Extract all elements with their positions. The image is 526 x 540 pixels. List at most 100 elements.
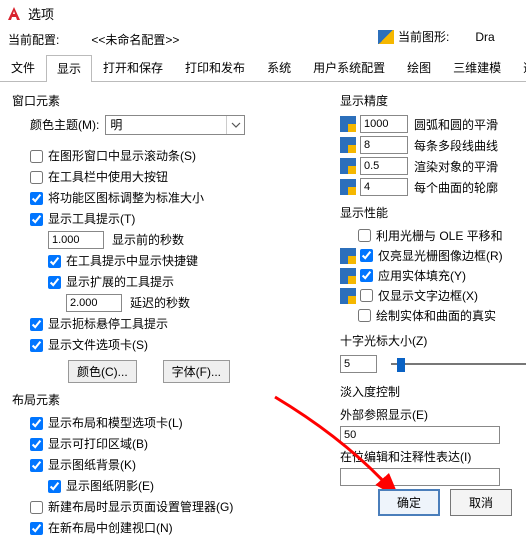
seconds-before-label: 显示前的秒数: [112, 231, 184, 249]
chk-file-tabs[interactable]: [30, 339, 43, 352]
render-smooth-label: 渲染对象的平滑: [414, 158, 498, 175]
chk-ole[interactable]: [358, 229, 371, 242]
chk-draw-true-label: 绘制实体和曲面的真实: [376, 307, 496, 324]
chk-tooltips-label: 显示工具提示(T): [48, 210, 135, 228]
color-font-buttons: 颜色(C)... 字体(F)...: [68, 360, 340, 383]
footer-buttons: 确定 取消: [378, 489, 512, 516]
chk-paper-shadow[interactable]: [48, 480, 61, 493]
xref-input[interactable]: 50: [340, 426, 500, 444]
tab-system[interactable]: 系统: [256, 54, 302, 81]
chk-layout-model-label: 显示布局和模型选项卡(L): [48, 414, 183, 432]
chk-scrollbars[interactable]: [30, 150, 43, 163]
cancel-button[interactable]: 取消: [450, 489, 512, 516]
current-drawing: 当前图形: Dra: [378, 28, 495, 45]
color-theme-row: 颜色主题(M): 明: [30, 115, 340, 135]
tab-plot[interactable]: 打印和发布: [174, 54, 256, 81]
chk-solid-fill[interactable]: [360, 269, 373, 282]
chk-scrollbars-label: 在图形窗口中显示滚动条(S): [48, 147, 196, 165]
precision-icon: [340, 137, 356, 153]
chk-text-frame[interactable]: [360, 289, 373, 302]
chk-viewport[interactable]: [30, 522, 43, 535]
chk-ole-label: 利用光栅与 OLE 平移和: [376, 227, 503, 244]
color-theme-select[interactable]: 明: [105, 115, 245, 135]
polyline-input[interactable]: 8: [360, 136, 408, 154]
surface-label: 每个曲面的轮廓: [414, 179, 498, 196]
chk-raster-frame[interactable]: [360, 249, 373, 262]
precision-icon: [340, 116, 356, 132]
inplace-input[interactable]: [340, 468, 500, 486]
chk-raster-frame-label: 仅亮显光栅图像边框(R): [378, 247, 503, 264]
seconds-before-input[interactable]: 1.000: [48, 231, 104, 249]
chk-file-tabs-label: 显示文件选项卡(S): [48, 336, 148, 354]
tab-open-save[interactable]: 打开和保存: [92, 54, 174, 81]
chk-page-setup[interactable]: [30, 501, 43, 514]
chk-big-buttons[interactable]: [30, 171, 43, 184]
chk-paper-bg[interactable]: [30, 459, 43, 472]
current-profile-value: <<未命名配置>>: [91, 31, 179, 48]
perf-icon: [340, 288, 356, 304]
ok-button[interactable]: 确定: [378, 489, 440, 516]
chk-ext-tip-label: 显示扩展的工具提示: [66, 273, 174, 291]
chk-paper-shadow-label: 显示图纸阴影(E): [66, 477, 154, 495]
chk-shortcut[interactable]: [48, 255, 61, 268]
chk-printable[interactable]: [30, 438, 43, 451]
chk-big-buttons-label: 在工具栏中使用大按钮: [48, 168, 168, 186]
layout-elements-title: 布局元素: [12, 391, 340, 408]
tab-user-pref[interactable]: 用户系统配置: [302, 54, 396, 81]
current-drawing-label: 当前图形:: [398, 28, 449, 45]
chk-tooltips[interactable]: [30, 213, 43, 226]
crosshair-title: 十字光标大小(Z): [340, 332, 526, 349]
chk-draw-true[interactable]: [358, 309, 371, 322]
colors-button[interactable]: 颜色(C)...: [68, 360, 137, 383]
delay-seconds-input[interactable]: 2.000: [66, 294, 122, 312]
render-smooth-input[interactable]: 0.5: [360, 157, 408, 175]
fonts-button[interactable]: 字体(F)...: [163, 360, 230, 383]
chk-ribbon-std-label: 将功能区图标调整为标准大小: [48, 189, 204, 207]
chk-hover-tip[interactable]: [30, 318, 43, 331]
chk-text-frame-label: 仅显示文字边框(X): [378, 287, 478, 304]
perf-icon: [340, 268, 356, 284]
chk-ext-tip[interactable]: [48, 276, 61, 289]
app-logo-icon: [6, 6, 22, 22]
chk-hover-tip-label: 显示扼标悬停工具提示: [48, 315, 168, 333]
current-profile-label: 当前配置:: [8, 31, 59, 48]
arc-smooth-input[interactable]: 1000: [360, 115, 408, 133]
window-elements-title: 窗口元素: [12, 92, 340, 109]
chk-page-setup-label: 新建布局时显示页面设置管理器(G): [48, 498, 233, 516]
right-column: 显示精度 1000 圆弧和圆的平滑 8 每条多段线曲线 0.5 渲染对象的平滑 4 每个…: [340, 90, 526, 540]
chk-shortcut-label: 在工具提示中显示快捷键: [66, 252, 198, 270]
left-column: 窗口元素 颜色主题(M): 明 在图形窗口中显示滚动条(S) 在工具栏中使用大按…: [12, 90, 340, 540]
surface-input[interactable]: 4: [360, 178, 408, 196]
drawing-icon: [378, 30, 394, 44]
tab-bar: 文件 显示 打开和保存 打印和发布 系统 用户系统配置 绘图 三维建模 选择集: [0, 54, 526, 82]
chevron-down-icon: [226, 116, 244, 134]
xref-label: 外部参照显示(E): [340, 406, 526, 423]
precision-icon: [340, 179, 356, 195]
tab-3d[interactable]: 三维建模: [442, 54, 512, 81]
perf-icon: [340, 248, 356, 264]
tab-drafting[interactable]: 绘图: [396, 54, 442, 81]
current-drawing-value: Dra: [475, 30, 494, 44]
chk-solid-fill-label: 应用实体填充(Y): [378, 267, 466, 284]
chk-layout-model[interactable]: [30, 417, 43, 430]
title-bar: 选项: [0, 0, 526, 25]
window-title: 选项: [28, 4, 54, 23]
panel-area: 窗口元素 颜色主题(M): 明 在图形窗口中显示滚动条(S) 在工具栏中使用大按…: [0, 82, 526, 540]
color-theme-label: 颜色主题(M):: [30, 116, 99, 134]
delay-seconds-label: 延迟的秒数: [130, 294, 190, 312]
polyline-label: 每条多段线曲线: [414, 137, 498, 154]
crosshair-slider[interactable]: [391, 357, 526, 371]
color-theme-value: 明: [110, 116, 122, 134]
fade-title: 淡入度控制: [340, 383, 526, 400]
display-perf-title: 显示性能: [340, 204, 526, 221]
crosshair-input[interactable]: 5: [340, 355, 377, 373]
display-precision-title: 显示精度: [340, 92, 526, 109]
chk-ribbon-std[interactable]: [30, 192, 43, 205]
tab-selection[interactable]: 选择集: [512, 54, 526, 81]
inplace-label: 在位编辑和注释性表达(I): [340, 448, 526, 465]
tab-display[interactable]: 显示: [46, 55, 92, 82]
arc-smooth-label: 圆弧和圆的平滑: [414, 116, 498, 133]
chk-paper-bg-label: 显示图纸背景(K): [48, 456, 136, 474]
tab-file[interactable]: 文件: [0, 54, 46, 81]
chk-printable-label: 显示可打印区域(B): [48, 435, 148, 453]
